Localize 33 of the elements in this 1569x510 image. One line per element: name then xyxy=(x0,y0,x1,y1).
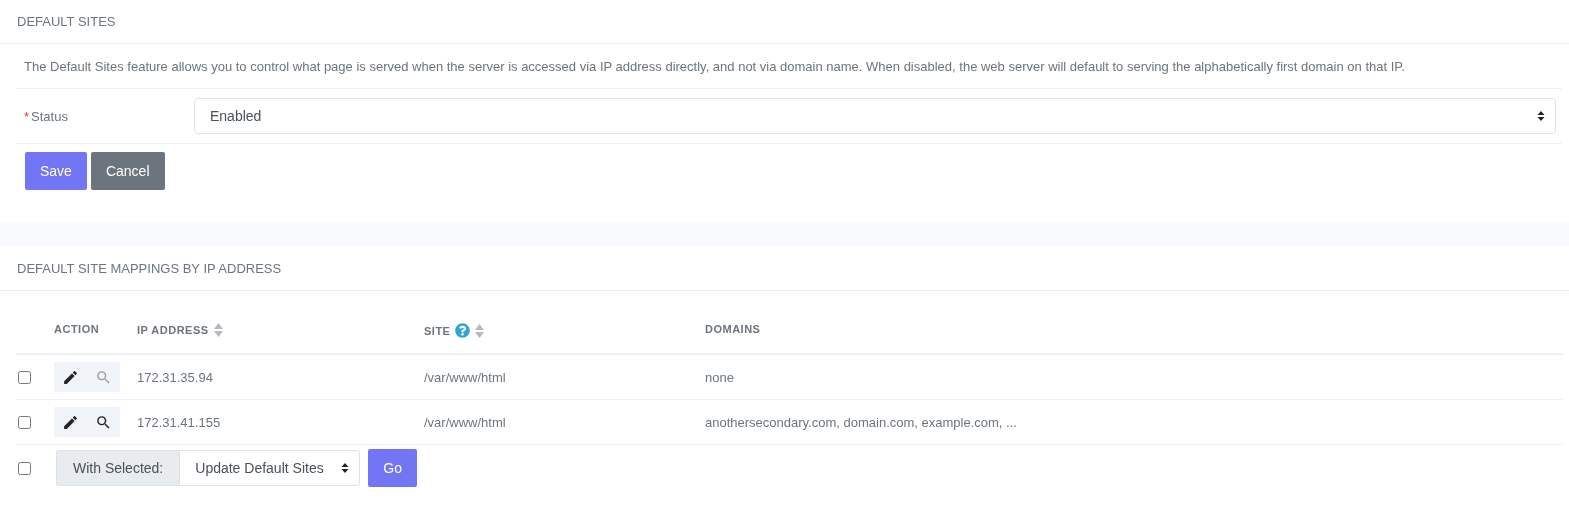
column-header[interactable]: SITE xyxy=(424,324,451,337)
search-icon xyxy=(95,413,112,431)
pencil-icon xyxy=(62,368,79,386)
select-caret-icon xyxy=(341,462,350,474)
status-label: *Status xyxy=(23,108,69,124)
select-caret-icon xyxy=(1537,110,1545,122)
table-cell-text: 172.31.35.94 xyxy=(137,369,214,385)
bulk-action-select[interactable]: Update Default Sites xyxy=(179,450,361,486)
table-cell-text: 172.31.41.155 xyxy=(137,414,222,430)
with-selected-label: With Selected: xyxy=(56,450,180,486)
table-cell-text: /var/www/html xyxy=(424,414,507,430)
column-header: DOMAINS xyxy=(705,323,761,335)
select-all-checkbox[interactable] xyxy=(18,461,31,475)
section-title: DEFAULT SITES xyxy=(0,0,1569,44)
form-button[interactable]: Save xyxy=(25,152,87,190)
column-header[interactable]: IP ADDRESS xyxy=(137,324,209,336)
search-button[interactable] xyxy=(87,407,120,437)
pencil-icon xyxy=(62,413,79,431)
column-header: ACTION xyxy=(54,323,100,335)
row-checkbox[interactable] xyxy=(18,415,31,429)
row-checkbox[interactable] xyxy=(18,370,31,384)
section-title: DEFAULT SITE MAPPINGS BY IP ADDRESS xyxy=(0,246,1569,291)
form-button[interactable]: Cancel xyxy=(90,152,165,190)
edit-button[interactable] xyxy=(54,407,87,437)
help-icon[interactable] xyxy=(455,323,471,338)
edit-button[interactable] xyxy=(54,362,87,392)
go-button[interactable]: Go xyxy=(368,449,417,487)
table-cell-text: /var/www/html xyxy=(424,369,507,385)
description: The Default Sites feature allows you to control what page is served when the server is accessed via IP address directly, and not via domain name. When disabled, the web server will default to serving the alphabetically first domain on that IP. xyxy=(23,57,1406,76)
search-icon xyxy=(95,368,112,386)
table-cell-text: anothersecondary.com, domain.com, example.com, ... xyxy=(705,414,1018,430)
table-cell-text: none xyxy=(705,369,735,385)
status-select[interactable]: Enabled xyxy=(194,98,1556,134)
